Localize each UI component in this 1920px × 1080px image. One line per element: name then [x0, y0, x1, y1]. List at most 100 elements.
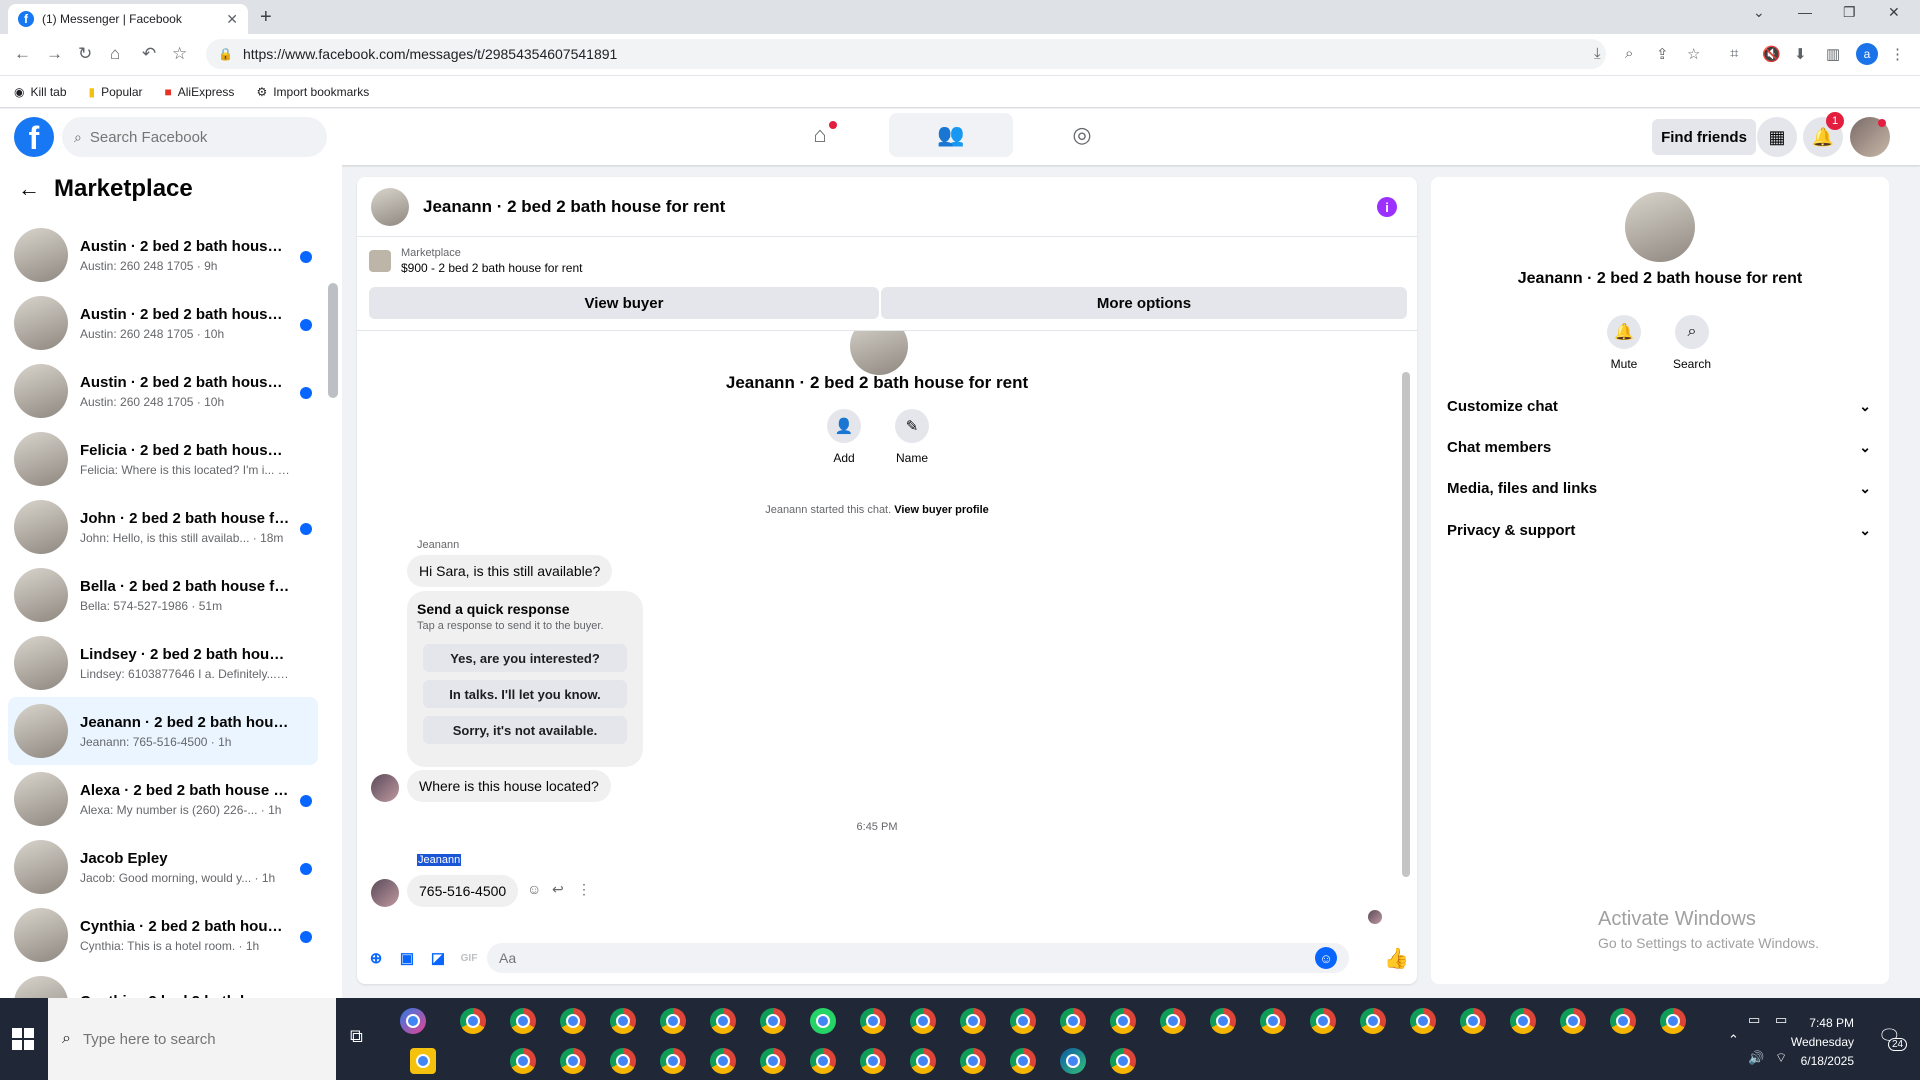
chrome-app-icon[interactable] [710, 1048, 736, 1074]
chrome-app-icon[interactable] [1010, 1008, 1036, 1034]
conversation-item[interactable]: Felicia · 2 bed 2 bath house for ... Feli… [8, 425, 318, 493]
bookmark-star-icon[interactable]: ☆ [172, 44, 187, 64]
chrome-app-icon[interactable] [1010, 1048, 1036, 1074]
chrome-app-icon[interactable] [1260, 1008, 1286, 1034]
chrome-app-icon[interactable] [960, 1008, 986, 1034]
install-app-icon[interactable]: ⤓ [1594, 45, 1601, 62]
message-input[interactable] [499, 950, 1299, 966]
side-panel-icon[interactable]: ▥ [1826, 45, 1840, 63]
chrome-app-icon[interactable] [460, 1008, 486, 1034]
sidebar-scrollbar[interactable] [328, 283, 338, 398]
facebook-search-input[interactable] [89, 128, 300, 146]
taskbar-search-input[interactable] [82, 1030, 333, 1048]
buyer-avatar[interactable] [371, 774, 399, 802]
chat-avatar[interactable] [371, 187, 409, 226]
message-bubble-incoming[interactable]: 765-516-4500 [407, 875, 519, 907]
conversation-item[interactable]: Austin · 2 bed 2 bath house fo... Austin:… [8, 289, 318, 357]
conversation-item[interactable]: Austin · 2 bed 2 bath house fo... Austin:… [8, 357, 318, 425]
view-buyer-button[interactable]: View buyer [369, 287, 879, 319]
chrome-app-icon[interactable] [660, 1008, 686, 1034]
react-icon[interactable]: ☺ [527, 881, 541, 897]
conversation-item[interactable]: Alexa · 2 bed 2 bath house for... Alexa: … [8, 765, 318, 833]
chrome-app-icon[interactable] [510, 1008, 536, 1034]
chrome-app-icon[interactable] [1610, 1008, 1636, 1034]
chat-scrollbar[interactable] [1400, 332, 1412, 932]
find-friends-button[interactable]: Find friends [1652, 119, 1756, 155]
conversation-item[interactable]: Lindsey · 2 bed 2 bath house for... Linds… [8, 629, 318, 697]
system-clock[interactable]: 7:48 PM Wednesday 6/18/2025 [1748, 1014, 1854, 1071]
restore-icon[interactable]: ❐ [1843, 4, 1856, 21]
nav-home-tab[interactable]: ⌂ [758, 113, 882, 157]
chrome-app-icon[interactable] [710, 1008, 736, 1034]
chrome-app-icon[interactable] [860, 1008, 886, 1034]
bookmark-kill-tab[interactable]: ◉ Kill tab [14, 85, 67, 99]
chrome-app-icon[interactable] [1160, 1008, 1186, 1034]
new-tab-icon[interactable]: + [260, 6, 272, 29]
chrome-app-icon[interactable] [510, 1048, 536, 1074]
bookmark-import[interactable]: ⚙ Import bookmarks [256, 85, 369, 99]
more-icon[interactable]: ⋮ [577, 881, 591, 898]
emoji-icon[interactable]: ☺ [1315, 947, 1337, 969]
info-icon[interactable]: i [1377, 197, 1397, 217]
gif-icon[interactable]: GIF [458, 947, 480, 969]
chrome-app-icon[interactable] [860, 1048, 886, 1074]
chrome-app-icon[interactable] [1510, 1008, 1536, 1034]
chrome-app-icon[interactable] [1360, 1008, 1386, 1034]
edge-app-icon[interactable] [1060, 1048, 1086, 1074]
chrome-app-icon[interactable] [760, 1048, 786, 1074]
home-icon[interactable]: ⌂ [110, 44, 120, 64]
add-people-action[interactable]: 👤 Add [814, 409, 874, 465]
chrome-app-icon[interactable] [910, 1008, 936, 1034]
back-arrow-icon[interactable]: ← [18, 176, 40, 202]
chrome-app-icon[interactable] [1210, 1008, 1236, 1034]
chrome-app-icon[interactable] [560, 1008, 586, 1034]
bookmark-aliexpress[interactable]: ■ AliExpress [165, 85, 235, 99]
browser-tab-messenger[interactable]: f (1) Messenger | Facebook ✕ [8, 4, 248, 34]
chrome-app-icon[interactable] [1110, 1048, 1136, 1074]
quick-response-in-talks[interactable]: In talks. I'll let you know. [423, 680, 627, 708]
section-chat-members[interactable]: Chat members ⌄ [1447, 435, 1871, 459]
sticker-icon[interactable]: ◪ [427, 947, 449, 969]
bookmark-page-icon[interactable]: ☆ [1687, 45, 1700, 63]
share-icon[interactable]: ⇪ [1656, 45, 1669, 63]
conversation-item[interactable]: Bella · 2 bed 2 bath house for re... Bell… [8, 561, 318, 629]
chrome-app-icon[interactable] [810, 1048, 836, 1074]
section-media-files-links[interactable]: Media, files and links ⌄ [1447, 476, 1871, 500]
search-action[interactable]: ⌕ Search [1662, 315, 1722, 371]
quick-response-not-available[interactable]: Sorry, it's not available. [423, 716, 627, 744]
menu-grid-button[interactable]: ▦ [1757, 117, 1797, 157]
undo-close-icon[interactable]: ↶ [142, 44, 156, 64]
file-explorer-icon[interactable] [410, 1048, 436, 1074]
chrome-app-icon[interactable] [1410, 1008, 1436, 1034]
conversation-item[interactable]: Jacob Epley Jacob: Good morning, would y.… [8, 833, 318, 901]
address-bar[interactable]: 🔒 https://www.facebook.com/messages/t/29… [206, 39, 1606, 69]
listing-summary[interactable]: Marketplace $900 - 2 bed 2 bath house fo… [369, 247, 582, 275]
chrome-app-icon[interactable] [560, 1048, 586, 1074]
chrome-app-icon[interactable] [610, 1008, 636, 1034]
back-icon[interactable]: ← [14, 44, 31, 64]
zoom-icon[interactable]: ⌕ [1625, 45, 1633, 62]
action-center-icon[interactable]: 🗨 24 [1878, 1026, 1908, 1051]
chrome-app-icon[interactable] [960, 1048, 986, 1074]
quick-response-yes[interactable]: Yes, are you interested? [423, 644, 627, 672]
chrome-app-icon[interactable] [1110, 1008, 1136, 1034]
close-window-icon[interactable]: ✕ [1888, 4, 1900, 21]
tab-close-icon[interactable]: ✕ [226, 11, 238, 28]
crop-extension-icon[interactable]: ⌗ [1730, 45, 1738, 62]
mute-tab-icon[interactable]: 🔇 [1762, 45, 1781, 63]
chrome-app-icon[interactable] [1310, 1008, 1336, 1034]
chrome-app-icon[interactable] [1560, 1008, 1586, 1034]
downloads-icon[interactable]: ⬇ [1794, 45, 1807, 63]
chrome-app-icon[interactable] [660, 1048, 686, 1074]
chat-title[interactable]: Jeanann · 2 bed 2 bath house for rent [423, 197, 725, 217]
show-hidden-icons-chevron[interactable]: ⌃ [1728, 1032, 1739, 1048]
chat-scrollbar-thumb[interactable] [1402, 372, 1410, 877]
chrome-app-icon[interactable] [910, 1048, 936, 1074]
chrome-app-icon[interactable] [1460, 1008, 1486, 1034]
windows-start-icon[interactable] [12, 1028, 34, 1050]
conversation-item[interactable]: Cynthia · 2 bed 2 bath house f... Cynthia… [8, 901, 318, 969]
reply-icon[interactable]: ↩ [552, 881, 564, 898]
browser-profile-avatar[interactable]: a [1856, 43, 1878, 65]
mute-action[interactable]: 🔔 Mute [1594, 315, 1654, 371]
photo-icon[interactable]: ▣ [396, 947, 418, 969]
